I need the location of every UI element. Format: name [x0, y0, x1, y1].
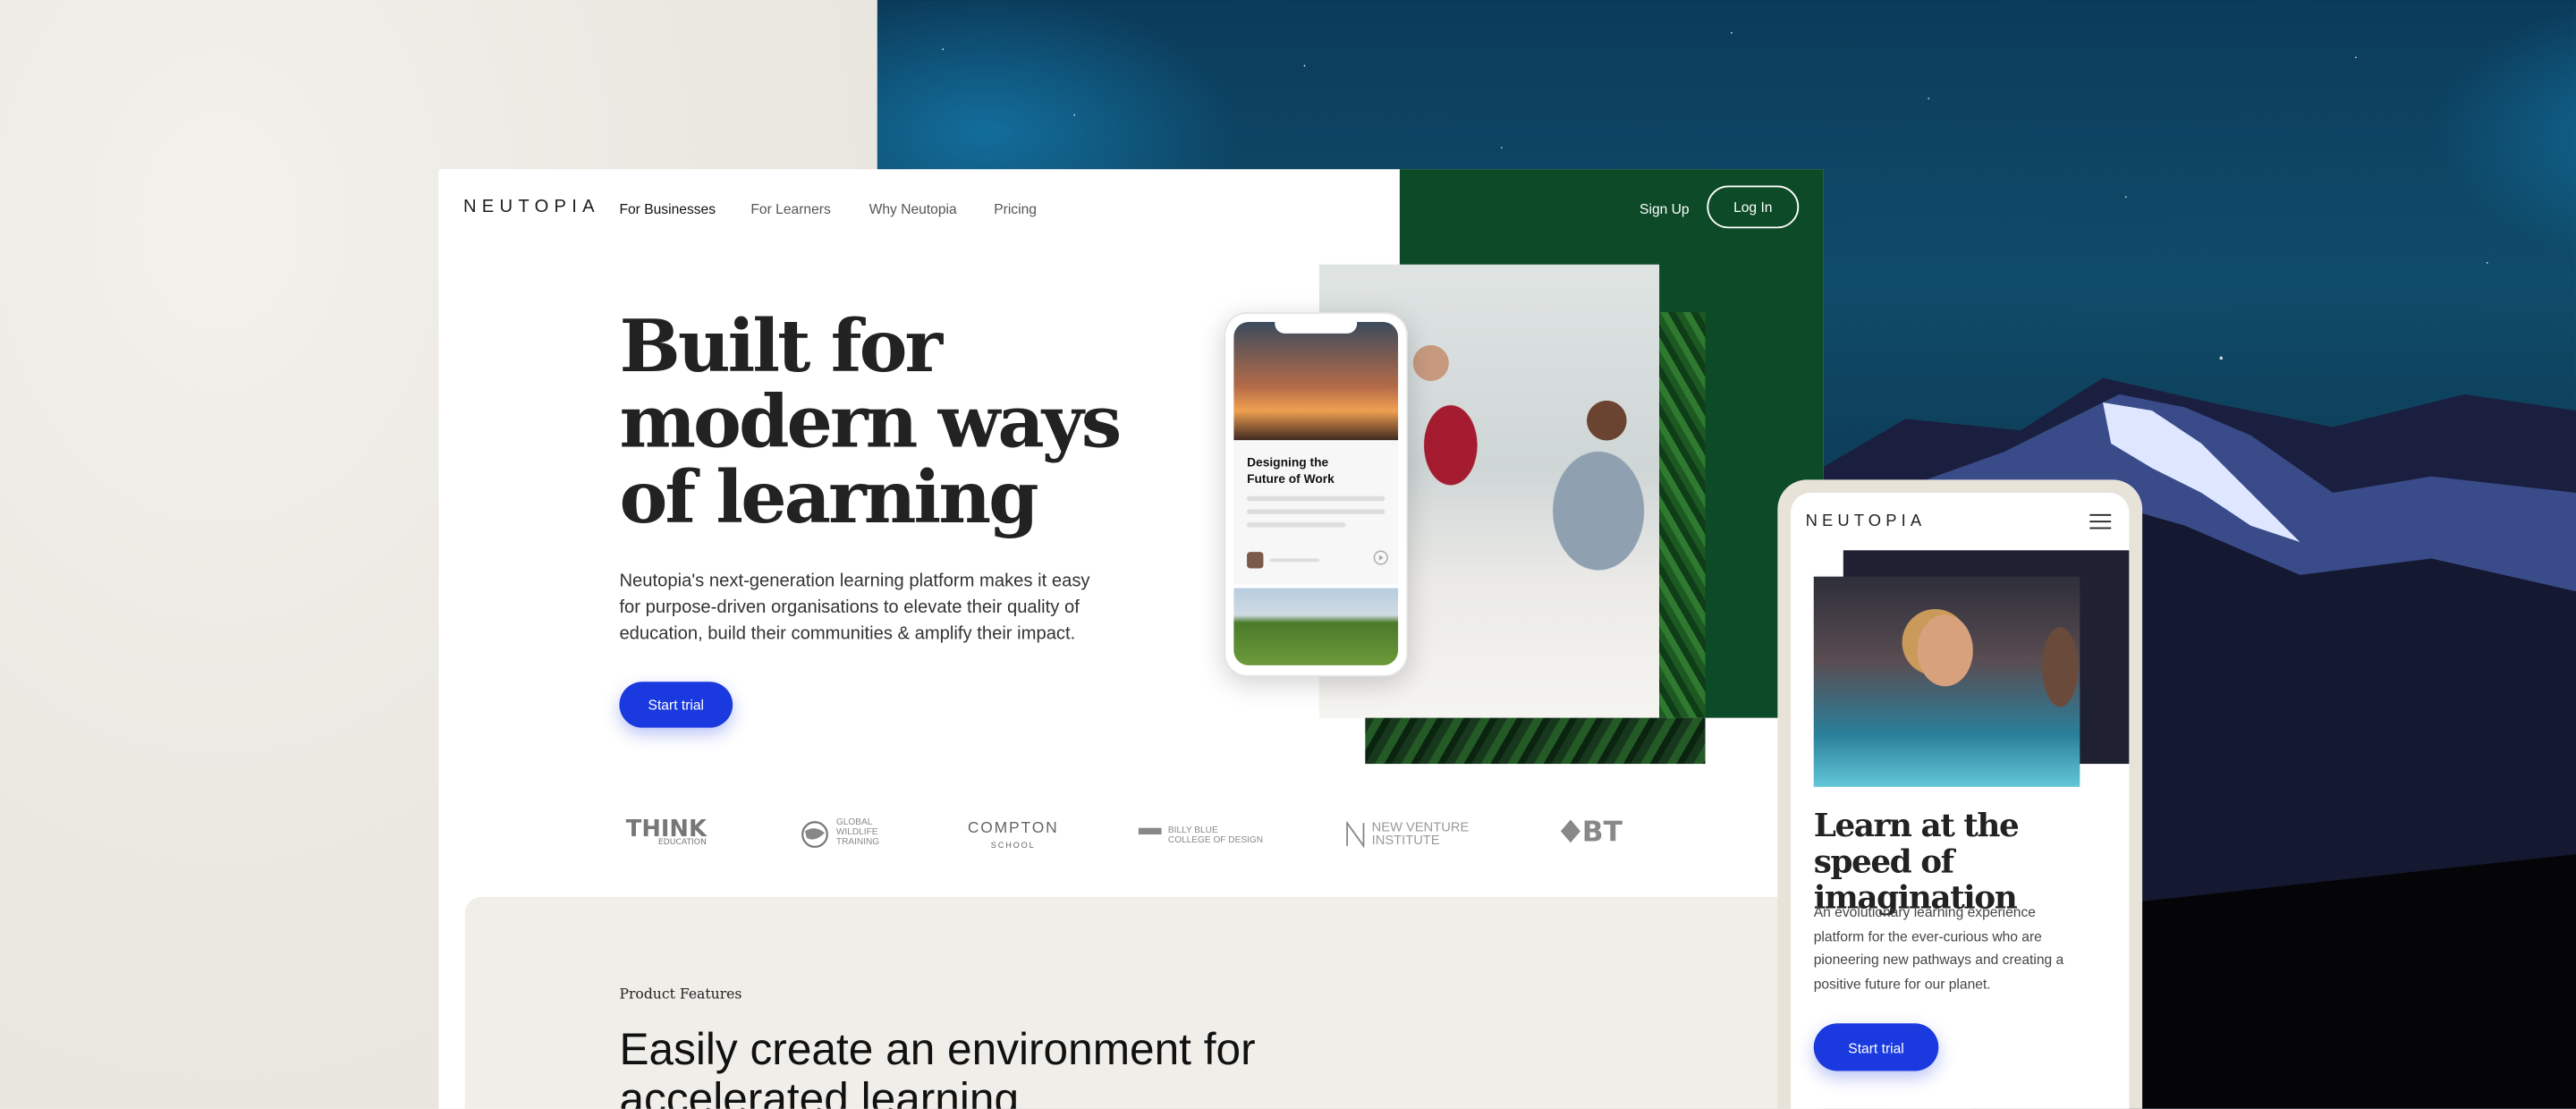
composition-stage: NEUTOPIA For Businesses For Learners Why…: [0, 0, 2576, 1109]
gwt-line: WILDLIFE: [835, 827, 878, 838]
billy-line: COLLEGE OF DESIGN: [1167, 835, 1264, 846]
features-title: Easily create an environment for acceler…: [619, 1025, 1256, 1109]
compton-sub: SCHOOL: [990, 841, 1036, 851]
billy-blue-logo: BILLY BLUE COLLEGE OF DESIGN: [1138, 825, 1264, 846]
course-title-line: Designing the: [1247, 454, 1329, 470]
learners-photo: [1813, 576, 2080, 787]
think-education-logo: THINK EDUCATION: [625, 816, 707, 848]
course-card-title: Designing the Future of Work: [1247, 455, 1388, 487]
mobile-screen: NEUTOPIA Learn at the speed of imaginati…: [1791, 493, 2130, 1109]
hero-title-line: Built for: [619, 305, 943, 390]
site-logo[interactable]: NEUTOPIA: [463, 197, 600, 216]
hero-title-line: modern ways: [619, 381, 1122, 465]
wind-farm-image: [1233, 588, 1399, 665]
gwt-line: GLOBAL: [835, 817, 873, 828]
nav-pricing[interactable]: Pricing: [994, 200, 1037, 216]
menu-icon[interactable]: [2089, 513, 2112, 529]
placeholder-line: [1247, 509, 1385, 514]
billy-blue-mark-icon: [1138, 827, 1162, 835]
hero-description: Neutopia's next-generation learning plat…: [619, 571, 1090, 644]
billy-line: BILLY BLUE: [1167, 825, 1218, 836]
plant-foliage: [1659, 311, 1706, 718]
compton-school-logo: COMPTON SCHOOL: [967, 819, 1059, 854]
phone-mockup-mobile-site: NEUTOPIA Learn at the speed of imaginati…: [1777, 479, 2143, 1109]
nvi-mark-icon: [1346, 821, 1365, 848]
author-avatar: [1247, 552, 1264, 569]
gwt-line: TRAINING: [835, 837, 880, 848]
log-in-button[interactable]: Log In: [1707, 185, 1800, 229]
plant-foliage-bottom: [1365, 717, 1706, 765]
bt-text: BT: [1581, 816, 1623, 850]
mobile-start-trial-button[interactable]: Start trial: [1813, 1023, 1939, 1071]
bt-diamond-icon: [1560, 819, 1580, 843]
course-title-line: Future of Work: [1247, 470, 1335, 486]
course-card[interactable]: Designing the Future of Work: [1233, 440, 1399, 585]
globe-icon: [801, 821, 828, 848]
nvi-line: INSTITUTE: [1371, 833, 1440, 848]
start-trial-button[interactable]: Start trial: [619, 681, 733, 728]
phone-notch: [1275, 320, 1358, 334]
mobile-logo[interactable]: NEUTOPIA: [1806, 512, 1927, 530]
nav-why-neutopia[interactable]: Why Neutopia: [869, 200, 957, 216]
nav-for-learners[interactable]: For Learners: [750, 200, 830, 216]
course-cover-image: [1233, 321, 1399, 441]
think-logo-text: THINK: [625, 816, 707, 843]
bt-logo: BT: [1559, 818, 1623, 847]
hero-title-line: of learning: [619, 456, 1038, 541]
product-features-section: Product Features Easily create an enviro…: [464, 896, 1824, 1109]
nav-for-businesses[interactable]: For Businesses: [619, 200, 716, 216]
phone-mockup-course: Designing the Future of Work: [1224, 311, 1409, 677]
compton-text: COMPTON: [967, 819, 1059, 838]
placeholder-line: [1269, 558, 1319, 563]
placeholder-line: [1247, 495, 1385, 502]
partner-logos: THINK EDUCATION GLOBAL WILDLIFE TRAINING…: [619, 810, 1638, 859]
new-venture-institute-logo: NEW VENTURE INSTITUTE: [1345, 820, 1469, 848]
placeholder-line: [1247, 522, 1346, 528]
features-eyebrow: Product Features: [619, 986, 742, 1004]
play-icon[interactable]: [1373, 550, 1389, 565]
sign-up-link[interactable]: Sign Up: [1640, 200, 1690, 216]
hero-title: Built for modern ways of learning: [619, 305, 1145, 541]
global-wildlife-training-logo: GLOBAL WILDLIFE TRAINING: [800, 818, 879, 848]
mobile-paragraph: An evolutionary learning experience plat…: [1813, 903, 2064, 992]
